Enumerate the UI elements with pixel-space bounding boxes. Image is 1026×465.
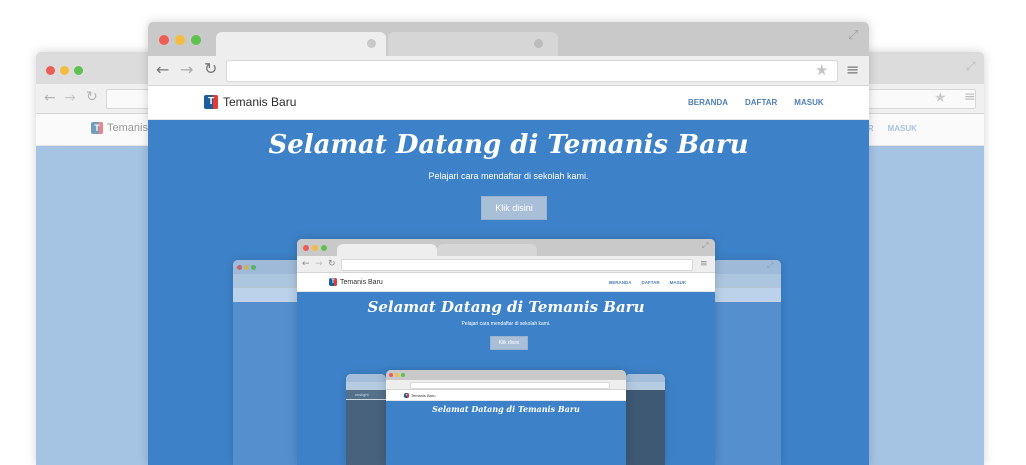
minimize-dot	[60, 66, 69, 75]
brand: T Temanis Baru	[329, 278, 383, 286]
screenshot-stage: ← → ↻ ★ ≡ ⤢ T Temanis AR MASUK ⤢ ← → ↻ ★	[0, 0, 1026, 465]
brand-name: Temanis	[107, 122, 148, 134]
tab-close-icon[interactable]	[367, 39, 376, 48]
nested-main-window: ⤢ ← → ↻ ≡ T Temanis Baru BERANDA DAFTAR …	[297, 239, 715, 465]
minimize-dot	[244, 265, 249, 270]
nav-daftar: DAFTAR	[641, 280, 660, 285]
hamburger-icon: ≡	[700, 259, 708, 269]
expand-icon[interactable]: ⤢	[966, 60, 976, 72]
brand-name: Temanis Baru	[223, 95, 297, 109]
star-icon[interactable]: ★	[815, 63, 828, 78]
toolbar	[346, 382, 386, 390]
deepest-window: T Temanis Baru Selamat Datang di Temanis…	[386, 370, 626, 465]
maximize-dot	[401, 373, 405, 377]
brand[interactable]: T Temanis	[91, 122, 148, 134]
cta-button: Klik disini	[490, 336, 528, 350]
expand-icon[interactable]: ⤢	[848, 29, 858, 42]
nested-side-window-right	[625, 374, 665, 465]
nav-menu: BERANDA DAFTAR MASUK	[609, 280, 686, 285]
side-content	[625, 390, 665, 465]
nav-masuk: MASUK	[669, 280, 687, 285]
logo-icon: T	[91, 122, 103, 134]
hero-section: Selamat Datang di Temanis Baru Pelajari …	[297, 292, 715, 465]
close-dot	[303, 245, 309, 251]
expand-icon: ⤢	[767, 261, 774, 270]
logo-icon: T	[204, 95, 218, 109]
star-icon[interactable]: ★	[934, 91, 947, 105]
brand-name: Temanis Baru	[411, 393, 436, 398]
hero-subtitle: Pelajari cara mendaftar di sekolah kami.	[461, 321, 551, 327]
hero-section: Selamat Datang di Temanis Baru Pelajari …	[148, 120, 869, 465]
logo-icon: T	[404, 393, 409, 398]
toolbar	[625, 382, 665, 390]
hero-subtitle: Pelajari cara mendaftar di sekolah kami.	[428, 171, 589, 181]
hero-section	[713, 302, 781, 465]
tab-close-icon[interactable]	[534, 39, 543, 48]
nested-side-window-left: cnslight	[346, 374, 386, 465]
hamburger-icon[interactable]: ≡	[964, 90, 976, 104]
arrow-right-icon[interactable]: →	[64, 91, 76, 105]
nav-menu: AR MASUK	[862, 124, 917, 133]
nested-side-label: cnslight	[355, 392, 369, 397]
close-dot	[46, 66, 55, 75]
minimize-dot	[312, 245, 318, 251]
arrow-left-icon[interactable]: ←	[44, 91, 56, 105]
title-bar	[625, 374, 665, 382]
nested-window-right: ⤢	[713, 260, 781, 465]
maximize-dot	[74, 66, 83, 75]
cta-button[interactable]: Klik disini	[481, 196, 547, 220]
address-bar	[341, 259, 693, 271]
brand[interactable]: T Temanis Baru	[204, 95, 296, 109]
hero-section	[233, 302, 303, 465]
close-dot[interactable]	[159, 35, 169, 45]
close-dot	[237, 265, 242, 270]
browser-tab-active[interactable]	[216, 32, 386, 56]
close-dot	[389, 373, 393, 377]
nav-beranda[interactable]: BERANDA	[688, 98, 728, 107]
maximize-dot[interactable]	[191, 35, 201, 45]
hamburger-icon[interactable]: ≡	[846, 62, 859, 78]
nested-window-left	[233, 260, 303, 465]
address-bar[interactable]	[226, 60, 838, 82]
title-bar	[346, 374, 386, 382]
browser-tab-inactive[interactable]	[388, 32, 558, 56]
hero-section: Selamat Datang di Temanis Baru	[386, 401, 626, 465]
maximize-dot	[321, 245, 327, 251]
nav-daftar[interactable]: DAFTAR	[745, 98, 777, 107]
nav-menu: BERANDA DAFTAR MASUK	[688, 98, 824, 107]
site-nav	[713, 288, 781, 302]
browser-tab-inactive	[437, 244, 537, 256]
hero-title: Selamat Datang di Temanis Baru	[367, 298, 645, 316]
reload-icon[interactable]: ↻	[86, 90, 98, 104]
nav-masuk[interactable]: MASUK	[888, 124, 917, 133]
main-browser-window: ⤢ ← → ↻ ★ ≡ T Temanis Baru BERANDA DAFTA…	[148, 22, 869, 465]
hero-title: Selamat Datang di Temanis Baru	[268, 130, 749, 160]
site-nav	[233, 288, 303, 302]
maximize-dot	[251, 265, 256, 270]
reload-icon: ↻	[328, 259, 336, 269]
logo-icon: T	[329, 278, 337, 286]
browser-tab-active	[337, 244, 437, 256]
brand: T Temanis Baru	[404, 393, 435, 398]
nav-masuk[interactable]: MASUK	[794, 98, 823, 107]
minimize-dot	[395, 373, 399, 377]
minimize-dot[interactable]	[175, 35, 185, 45]
toolbar	[713, 274, 781, 288]
hero-title: Selamat Datang di Temanis Baru	[432, 404, 580, 414]
brand-name: Temanis Baru	[340, 278, 383, 286]
side-content	[346, 400, 386, 465]
arrow-right-icon: →	[315, 259, 323, 269]
arrow-left-icon[interactable]: ←	[156, 62, 169, 78]
arrow-right-icon[interactable]: →	[180, 62, 193, 78]
toolbar	[233, 274, 303, 288]
expand-icon: ⤢	[702, 241, 709, 250]
arrow-left-icon: ←	[302, 259, 310, 269]
nav-beranda: BERANDA	[609, 280, 632, 285]
address-bar	[410, 382, 610, 389]
reload-icon[interactable]: ↻	[204, 61, 217, 77]
site-nav: cnslight	[346, 390, 386, 400]
title-bar	[386, 370, 626, 380]
